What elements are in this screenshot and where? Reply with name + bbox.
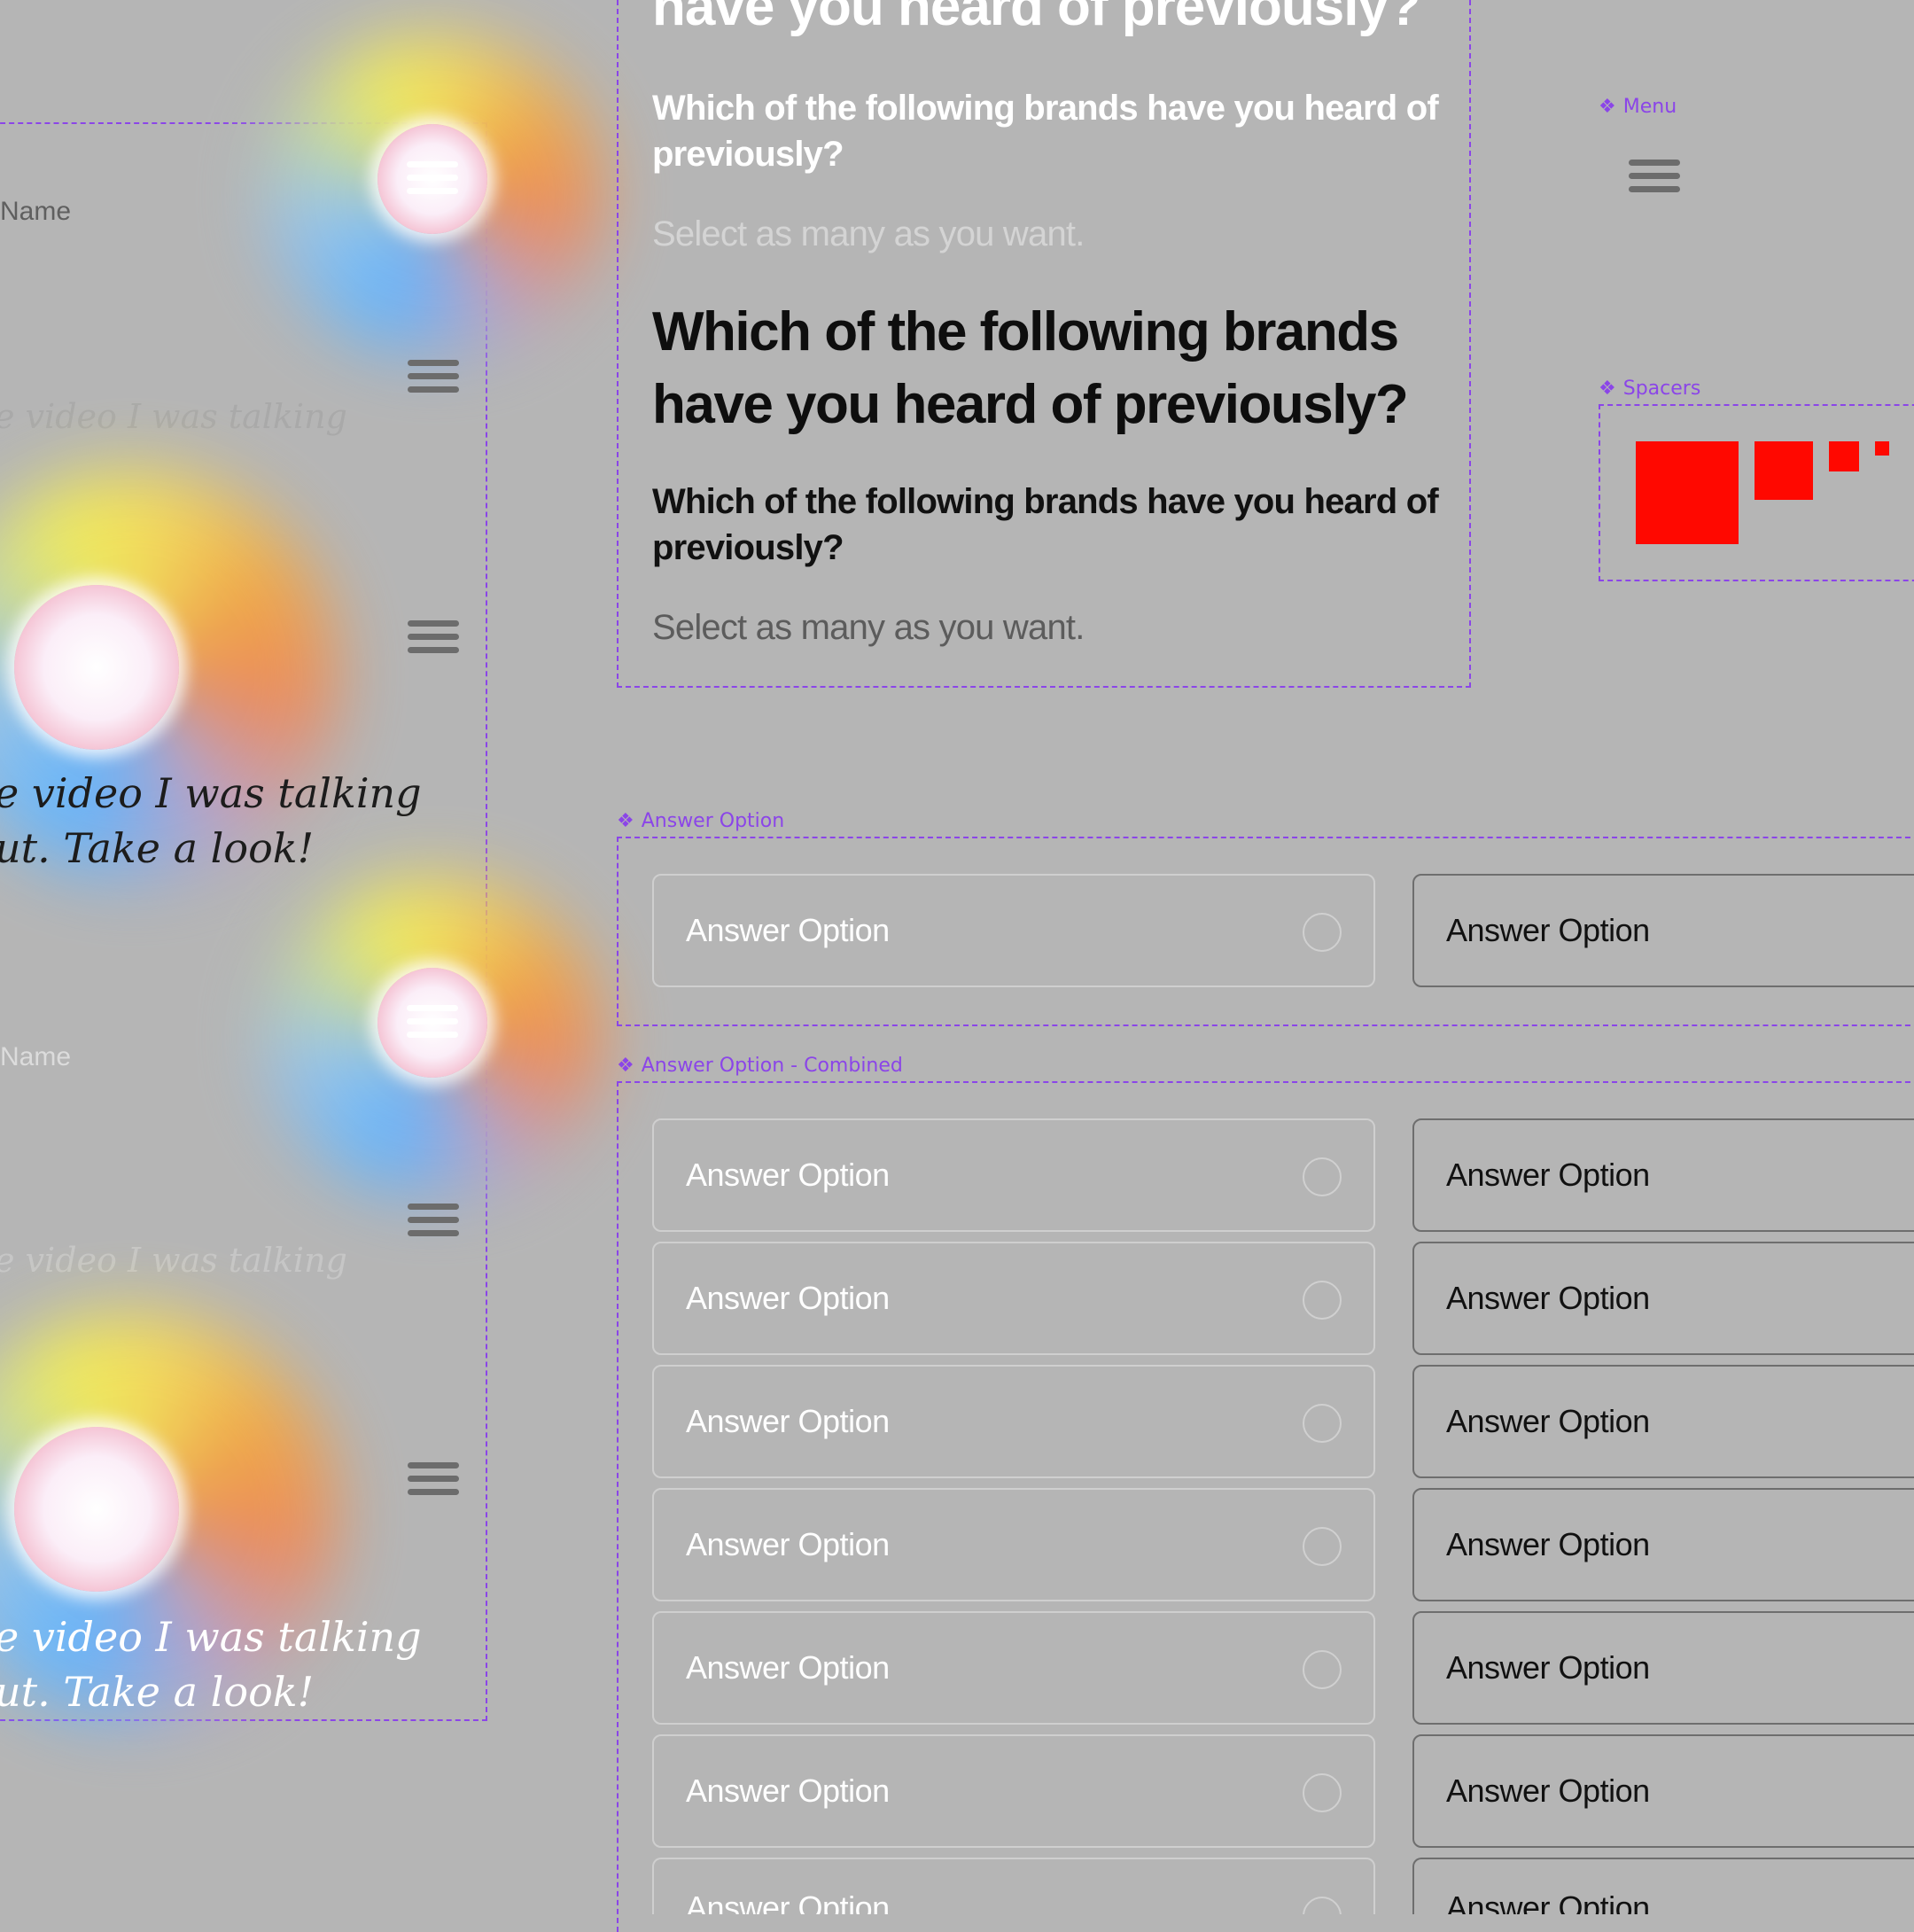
spacers-component-label: ❖ Spacers (1599, 378, 1700, 400)
answer-option-combined-label: ❖ Answer Option - Combined (617, 1055, 903, 1077)
component-diamond-icon: ❖ (617, 809, 634, 832)
hamburger-menu-icon[interactable] (408, 360, 459, 399)
answer-option-light[interactable]: Answer Option (652, 874, 1375, 987)
answer-option-label: ❖ Answer Option (617, 810, 784, 832)
answer-option-light[interactable]: Answer Option (652, 1365, 1375, 1478)
answer-option-text: Answer Option (686, 1772, 890, 1809)
faded-quote-1: e video I was talking (0, 397, 347, 436)
answer-option-combined-label-text: Answer Option - Combined (641, 1055, 903, 1077)
answer-option-text: Answer Option (686, 1403, 890, 1439)
menu-component-label: ❖ Menu (1599, 96, 1677, 118)
spacers-label-text: Spacers (1622, 378, 1701, 400)
answer-option-label-text: Answer Option (641, 810, 785, 832)
answer-option-light[interactable]: Answer Option (652, 1611, 1375, 1725)
name-label-1: Name (0, 197, 72, 226)
question-light: Which of the following brands have you h… (652, 89, 1439, 174)
answer-option-text: Answer Option (686, 1157, 890, 1193)
spacer-xl (1636, 441, 1739, 544)
radio-circle-icon[interactable] (1303, 913, 1342, 952)
radio-circle-icon[interactable] (1303, 1773, 1342, 1812)
top-heading: have you heard of previously? (652, 0, 1421, 37)
name-label-2: Name (0, 1042, 72, 1071)
answer-option-light[interactable]: Answer Option (652, 1118, 1375, 1232)
answer-option-text: Answer Option (686, 912, 890, 948)
answer-option-light[interactable]: Answer Option (652, 1242, 1375, 1355)
answer-option-text: Answer Option (1446, 1649, 1650, 1686)
radio-circle-icon[interactable] (1303, 1281, 1342, 1320)
quote-dark-line-1: e video I was talking (0, 769, 422, 817)
answer-option-light[interactable]: Answer Option (652, 1858, 1375, 1914)
hamburger-menu-icon[interactable] (408, 1462, 459, 1501)
hamburger-menu-icon[interactable] (1629, 160, 1680, 199)
spacer-lg (1754, 441, 1813, 500)
menu-label-text: Menu (1622, 96, 1677, 118)
answer-option-text: Answer Option (1446, 912, 1650, 948)
answer-option-text: Answer Option (686, 1649, 890, 1686)
answer-option-text: Answer Option (686, 1526, 890, 1562)
avatar-orb-1 (14, 585, 179, 750)
answer-option-light[interactable]: Answer Option (652, 1734, 1375, 1848)
answer-option-text: Answer Option (1446, 1526, 1650, 1562)
answer-option-light[interactable]: Answer Option (652, 1488, 1375, 1601)
answer-option-text: Answer Option (686, 1280, 890, 1316)
radio-circle-icon[interactable] (1303, 1404, 1342, 1443)
hamburger-menu-icon (407, 1005, 458, 1044)
radio-circle-icon[interactable] (1303, 1650, 1342, 1689)
component-diamond-icon: ❖ (1599, 377, 1616, 400)
menu-orb-button-1[interactable] (377, 124, 487, 234)
question-dark: Which of the following brands have you h… (652, 482, 1439, 567)
radio-circle-icon[interactable] (1303, 1157, 1342, 1196)
menu-orb-button-2[interactable] (377, 968, 487, 1078)
hamburger-menu-icon[interactable] (408, 1204, 459, 1243)
answer-option-dark[interactable]: Answer Option (1412, 1365, 1914, 1478)
answer-option-dark[interactable]: Answer Option (1412, 1118, 1914, 1232)
answer-option-text: Answer Option (1446, 1157, 1650, 1193)
quote-dark-line-2: ut. Take a look! (0, 824, 315, 872)
helper-dark: Select as many as you want. (652, 608, 1085, 647)
answer-option-dark[interactable]: Answer Option (1412, 874, 1914, 987)
spacer-md (1829, 441, 1859, 471)
radio-circle-icon[interactable] (1303, 1527, 1342, 1566)
hamburger-menu-icon[interactable] (408, 620, 459, 659)
answer-option-dark[interactable]: Answer Option (1412, 1488, 1914, 1601)
answer-option-text: Answer Option (1446, 1889, 1650, 1914)
hamburger-menu-icon (407, 161, 458, 200)
helper-light: Select as many as you want. (652, 214, 1085, 253)
answer-option-dark[interactable]: Answer Option (1412, 1611, 1914, 1725)
answer-option-text: Answer Option (1446, 1403, 1650, 1439)
answer-option-text: Answer Option (1446, 1772, 1650, 1809)
answer-option-dark[interactable]: Answer Option (1412, 1858, 1914, 1914)
avatar-orb-2 (14, 1427, 179, 1592)
quote-light-line-1: e video I was talking (0, 1613, 422, 1661)
faded-quote-2: e video I was talking (0, 1241, 347, 1280)
answer-option-dark[interactable]: Answer Option (1412, 1242, 1914, 1355)
component-diamond-icon: ❖ (1599, 95, 1616, 118)
quote-light-line-2: ut. Take a look! (0, 1668, 315, 1716)
answer-option-dark[interactable]: Answer Option (1412, 1734, 1914, 1848)
question-large: Which of the following brands have you h… (652, 301, 1409, 435)
spacer-sm (1875, 441, 1889, 456)
component-diamond-icon: ❖ (617, 1054, 634, 1077)
answer-option-text: Answer Option (686, 1889, 890, 1914)
answer-option-text: Answer Option (1446, 1280, 1650, 1316)
radio-circle-icon[interactable] (1303, 1897, 1342, 1914)
